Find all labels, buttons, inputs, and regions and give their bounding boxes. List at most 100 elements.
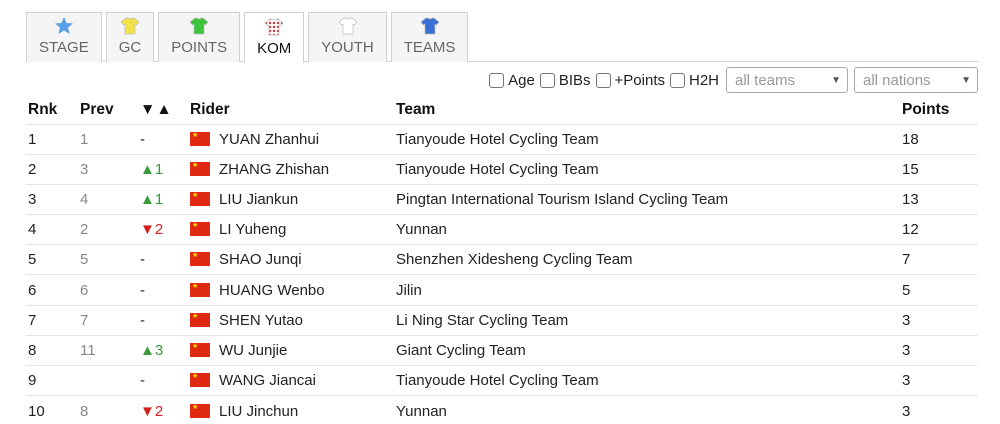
nations-select[interactable]: all nations ▼ bbox=[854, 67, 978, 93]
team-name-link[interactable]: Pingtan International Tourism Island Cyc… bbox=[396, 191, 728, 208]
checkbox-box[interactable] bbox=[489, 72, 505, 88]
rider-name-link[interactable]: WANG Jiancai bbox=[219, 372, 316, 389]
china-flag-icon bbox=[190, 403, 210, 418]
team-cell: Yunnan bbox=[394, 395, 900, 424]
rank-change-cell: ▲3 bbox=[138, 334, 188, 366]
team-name-link[interactable]: Yunnan bbox=[396, 403, 447, 420]
header-rider[interactable]: Rider bbox=[188, 96, 394, 124]
h2h-label: H2H bbox=[688, 71, 719, 89]
table-row: 9 - WANG Jiancai Tianyoude Hotel Cycling… bbox=[26, 364, 978, 396]
points-cell: 12 bbox=[900, 214, 978, 245]
checkbox-box[interactable] bbox=[595, 72, 611, 88]
china-flag-icon bbox=[190, 252, 210, 267]
rank-change-cell: - bbox=[138, 244, 188, 275]
china-flag-icon bbox=[190, 342, 210, 357]
rider-cell: SHAO Junqi bbox=[188, 244, 394, 275]
rider-name-link[interactable]: SHAO Junqi bbox=[219, 251, 302, 268]
tab-label: STAGE bbox=[39, 39, 89, 56]
header-change[interactable]: ▼▲ bbox=[138, 96, 188, 124]
china-flag-icon bbox=[190, 191, 210, 206]
team-cell: Li Ning Star Cycling Team bbox=[394, 304, 900, 336]
team-name-link[interactable]: Yunnan bbox=[396, 221, 447, 238]
tab-stage[interactable]: STAGE bbox=[26, 12, 102, 62]
header-team[interactable]: Team bbox=[394, 96, 900, 124]
jersey-green-icon bbox=[189, 17, 209, 35]
table-row: 1 1 - YUAN Zhanhui Tianyoude Hotel Cycli… bbox=[26, 123, 978, 155]
team-name-link[interactable]: Shenzhen Xidesheng Cycling Team bbox=[396, 251, 633, 268]
team-cell: Yunnan bbox=[394, 214, 900, 245]
china-flag-icon bbox=[190, 222, 210, 237]
rider-name-link[interactable]: LIU Jinchun bbox=[219, 403, 298, 420]
header-points[interactable]: Points bbox=[900, 96, 978, 124]
checkbox-box[interactable] bbox=[539, 72, 555, 88]
chevron-down-icon: ▼ bbox=[831, 74, 841, 86]
rider-name-link[interactable]: SHEN Yutao bbox=[219, 312, 303, 329]
rank-cell: 1 bbox=[26, 123, 78, 155]
team-name-link[interactable]: Tianyoude Hotel Cycling Team bbox=[396, 161, 599, 178]
rank-change-cell: - bbox=[138, 304, 188, 336]
rank-cell: 2 bbox=[26, 153, 78, 185]
rank-change-cell: - bbox=[138, 364, 188, 396]
team-name-link[interactable]: Tianyoude Hotel Cycling Team bbox=[396, 372, 599, 389]
tab-label: KOM bbox=[257, 40, 292, 57]
rank-cell: 7 bbox=[26, 304, 78, 336]
team-name-link[interactable]: Giant Cycling Team bbox=[396, 342, 526, 359]
tab-label: GC bbox=[118, 39, 142, 56]
tab-points[interactable]: POINTS bbox=[158, 12, 241, 62]
rider-cell: LIU Jinchun bbox=[188, 395, 394, 424]
chevron-down-icon: ▼ bbox=[961, 74, 971, 86]
table-row: 4 2 ▼2 LI Yuheng Yunnan 12 bbox=[26, 214, 978, 245]
tab-youth[interactable]: YOUTH bbox=[308, 12, 387, 62]
points-cell: 5 bbox=[900, 274, 978, 306]
jersey-white-icon bbox=[338, 17, 357, 35]
jersey-polka-icon bbox=[264, 18, 284, 36]
rank-cell: 5 bbox=[26, 244, 78, 275]
points-checkbox[interactable]: +Points bbox=[595, 72, 665, 89]
rider-name-link[interactable]: HUANG Wenbo bbox=[219, 282, 325, 299]
rider-cell: LI Yuheng bbox=[188, 214, 394, 245]
china-flag-icon bbox=[190, 131, 210, 146]
team-name-link[interactable]: Li Ning Star Cycling Team bbox=[396, 312, 568, 329]
tab-kom[interactable]: KOM bbox=[244, 12, 305, 63]
points-cell: 7 bbox=[900, 244, 978, 275]
rank-change-cell: ▲1 bbox=[138, 153, 188, 185]
header-prev[interactable]: Prev bbox=[78, 96, 138, 124]
points-cell: 3 bbox=[900, 334, 978, 366]
points-cell: 3 bbox=[900, 364, 978, 396]
china-flag-icon bbox=[190, 373, 210, 388]
rank-cell: 8 bbox=[26, 334, 78, 366]
team-name-link[interactable]: Tianyoude Hotel Cycling Team bbox=[396, 131, 599, 148]
filter-bar: Age BIBs +Points H2H all teams ▼ all nati… bbox=[489, 67, 978, 93]
rank-change-cell: ▲1 bbox=[138, 183, 188, 215]
rider-name-link[interactable]: WU Junjie bbox=[219, 342, 287, 359]
jersey-blue-icon bbox=[420, 17, 440, 35]
team-cell: Tianyoude Hotel Cycling Team bbox=[394, 153, 900, 185]
team-cell: Jilin bbox=[394, 274, 900, 306]
header-rank[interactable]: Rnk bbox=[26, 96, 78, 124]
prev-rank-cell bbox=[78, 364, 138, 396]
prev-rank-cell: 3 bbox=[78, 153, 138, 185]
rider-cell: ZHANG Zhishan bbox=[188, 153, 394, 185]
checkbox-box[interactable] bbox=[669, 72, 685, 88]
age-checkbox[interactable]: Age bbox=[489, 72, 535, 89]
team-cell: Shenzhen Xidesheng Cycling Team bbox=[394, 244, 900, 275]
china-flag-icon bbox=[190, 161, 210, 176]
team-name-link[interactable]: Jilin bbox=[396, 282, 422, 299]
prev-rank-cell: 11 bbox=[78, 334, 138, 366]
team-cell: Giant Cycling Team bbox=[394, 334, 900, 366]
rider-name-link[interactable]: LI Yuheng bbox=[219, 221, 286, 238]
rider-name-link[interactable]: ZHANG Zhishan bbox=[219, 161, 329, 178]
bibs-checkbox[interactable]: BIBs bbox=[539, 72, 591, 89]
h2h-checkbox[interactable]: H2H bbox=[669, 71, 719, 89]
rank-cell: 4 bbox=[26, 214, 78, 245]
tab-teams[interactable]: TEAMS bbox=[390, 12, 469, 62]
teams-select[interactable]: all teams ▼ bbox=[726, 67, 848, 93]
rider-cell: LIU Jiankun bbox=[188, 183, 394, 215]
rider-name-link[interactable]: LIU Jiankun bbox=[219, 191, 298, 208]
rider-name-link[interactable]: YUAN Zhanhui bbox=[219, 131, 319, 148]
table-row: 6 6 - HUANG Wenbo Jilin 5 bbox=[26, 274, 978, 306]
prev-rank-cell: 5 bbox=[78, 244, 138, 275]
rank-cell: 9 bbox=[26, 364, 78, 396]
rank-change-cell: - bbox=[138, 274, 188, 306]
tab-gc[interactable]: GC bbox=[105, 12, 155, 62]
